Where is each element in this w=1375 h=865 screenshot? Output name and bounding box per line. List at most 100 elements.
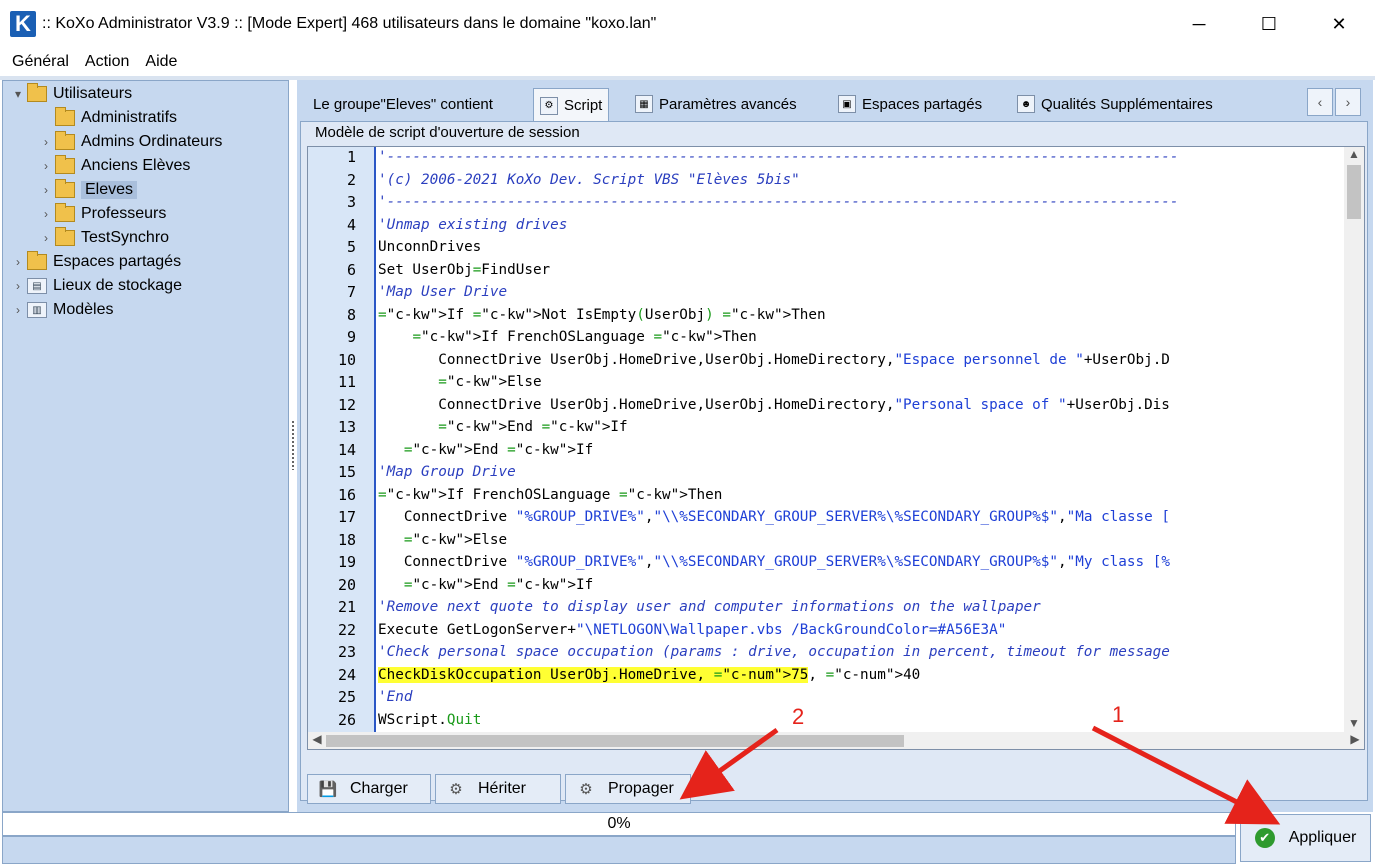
close-button[interactable]: ✕ [1304, 0, 1374, 48]
code-line[interactable]: UnconnDrives [378, 236, 481, 258]
chevron-right-icon[interactable]: › [11, 303, 25, 317]
code-line[interactable]: '---------------------------------------… [378, 147, 1179, 168]
menu-general[interactable]: Général [6, 53, 75, 71]
minimize-button[interactable]: ─ [1164, 0, 1234, 48]
line-number: 22 [337, 620, 356, 639]
code-line[interactable]: 'Check personal space occupation (params… [378, 641, 1170, 663]
apply-button[interactable]: ✔ Appliquer [1240, 814, 1371, 862]
chevron-right-icon[interactable]: › [39, 159, 53, 173]
tree-item-lieux-de-stockage[interactable]: › ▤ Lieux de stockage [11, 275, 182, 297]
tab-script[interactable]: ⚙ Script [533, 88, 610, 122]
code-line[interactable]: ="c-kw">End ="c-kw">If [378, 416, 627, 438]
tab-scroll-right-button[interactable]: › [1335, 88, 1361, 116]
script-editor[interactable]: 1 2 3 4 5 6 7 8 9 10 11 12 13 14 15 16 17 18 19 20 21 22 23 24 2… [307, 146, 1365, 750]
code-line[interactable]: '---------------------------------------… [378, 191, 1179, 213]
chevron-right-icon[interactable]: › [39, 135, 53, 149]
vertical-scroll-thumb[interactable] [1347, 165, 1361, 219]
maximize-button[interactable]: ☐ [1234, 0, 1304, 48]
load-button[interactable]: 💾 Charger [307, 774, 431, 804]
code-line[interactable]: 'Map User Drive [378, 281, 507, 303]
chevron-right-icon[interactable]: › [11, 255, 25, 269]
splitter-handle[interactable] [291, 420, 295, 470]
inherit-button[interactable]: ⚙ Hériter [435, 774, 561, 804]
koxo-app-icon: K [10, 11, 36, 37]
folder-icon [55, 107, 75, 126]
code-line[interactable]: 'Map Group Drive [378, 461, 516, 483]
code-line[interactable]: 'End [378, 686, 412, 708]
scroll-right-icon[interactable]: ▶ [1346, 732, 1364, 749]
line-number: 13 [337, 418, 356, 436]
tree-item-admins-ordinateurs[interactable]: › Admins Ordinateurs [39, 131, 222, 153]
progress-bar: 0% [2, 812, 1236, 836]
horizontal-scroll-thumb[interactable] [326, 735, 904, 747]
tree-item-label: Utilisateurs [53, 85, 133, 102]
line-number: 20 [337, 575, 356, 594]
code-line[interactable]: CheckDiskOccupation UserObj.HomeDrive, =… [378, 664, 929, 686]
code-line[interactable]: ConnectDrive "%GROUP_DRIVE%","\\%SECONDA… [378, 506, 1170, 528]
code-line[interactable]: ConnectDrive UserObj.HomeDrive,UserObj.H… [378, 394, 1170, 416]
code-line[interactable]: ="c-kw">If ="c-kw">Not IsEmpty(UserObj) … [378, 304, 826, 326]
tree-item-espaces-partages[interactable]: › Espaces partagés [11, 251, 181, 273]
tree-item-eleves[interactable]: › Eleves [39, 179, 138, 201]
line-number: 5 [346, 238, 356, 256]
tree-item-label: Espaces partagés [53, 253, 182, 270]
menu-action[interactable]: Action [79, 53, 135, 71]
line-number: 1 [346, 148, 356, 166]
scroll-left-icon[interactable]: ◀ [308, 732, 326, 749]
line-number: 3 [346, 193, 356, 211]
users-icon: ☻ [1017, 95, 1035, 113]
menu-aide[interactable]: Aide [139, 53, 183, 71]
tree-item-modeles[interactable]: › ▥ Modèles [11, 299, 113, 321]
chevron-right-icon[interactable]: › [39, 231, 53, 245]
scroll-up-icon[interactable]: ▲ [1344, 147, 1364, 165]
code-line[interactable]: ConnectDrive UserObj.HomeDrive,UserObj.H… [378, 349, 1170, 371]
tab-shared-spaces[interactable]: ▣ Espaces partagés [832, 88, 988, 120]
code-area[interactable]: '---------------------------------------… [378, 147, 1344, 734]
code-line[interactable]: '(c) 2006-2021 KoXo Dev. Script VBS "Elè… [378, 169, 800, 191]
line-number: 21 [337, 598, 356, 616]
line-number: 4 [346, 215, 356, 234]
tab-group-contains[interactable]: Le groupe"Eleves" contient [307, 88, 499, 120]
tree-item-label: Lieux de stockage [53, 277, 182, 294]
propagate-button[interactable]: ⚙ Propager [565, 774, 691, 804]
chevron-right-icon[interactable]: › [11, 279, 25, 293]
tree-item-label: Administratifs [81, 109, 178, 126]
code-line[interactable]: Set UserObj=FindUser [378, 259, 550, 281]
code-line[interactable]: ="c-kw">End ="c-kw">If [378, 439, 593, 461]
tab-scroll-left-button[interactable]: ‹ [1307, 88, 1333, 116]
chevron-down-icon[interactable]: ▾ [11, 87, 25, 101]
code-line[interactable]: ="c-kw">Else [378, 371, 541, 393]
shared-spaces-icon [27, 251, 47, 270]
tab-advanced-settings[interactable]: ▦ Paramètres avancés [629, 88, 803, 120]
code-line[interactable]: ConnectDrive "%GROUP_DRIVE%","\\%SECONDA… [378, 551, 1170, 573]
line-number: 18 [337, 530, 356, 549]
code-line[interactable]: ="c-kw">If FrenchOSLanguage ="c-kw">Then [378, 326, 756, 348]
code-line[interactable]: ="c-kw">Else [378, 529, 507, 551]
menu-bar: Général Action Aide [0, 48, 1375, 76]
tab-extra-qualities[interactable]: ☻ Qualités Supplémentaires [1011, 88, 1219, 120]
folder-icon [55, 227, 75, 246]
code-line[interactable]: ="c-kw">End ="c-kw">If [378, 574, 593, 596]
tree-item-professeurs[interactable]: › Professeurs [39, 203, 166, 225]
tree-item-administratifs[interactable]: Administratifs [39, 107, 177, 129]
storage-icon: ▤ [27, 278, 47, 294]
tab-label: Script [564, 97, 603, 114]
code-line[interactable]: ="c-kw">If FrenchOSLanguage ="c-kw">Then [378, 484, 722, 506]
tree-item-testsynchro[interactable]: › TestSynchro [39, 227, 169, 249]
line-number: 16 [337, 485, 356, 504]
code-line[interactable]: WScript.Quit [378, 709, 481, 731]
code-line[interactable]: Execute GetLogonServer+"\NETLOGON\Wallpa… [378, 619, 1006, 641]
tree-item-utilisateurs[interactable]: ▾ Utilisateurs [11, 83, 132, 105]
line-number: 2 [346, 170, 356, 189]
vertical-scrollbar[interactable]: ▲ ▼ [1344, 147, 1364, 734]
code-line[interactable]: 'Remove next quote to display user and c… [378, 596, 1041, 618]
line-number: 9 [346, 328, 356, 346]
progress-text: 0% [607, 815, 631, 832]
chevron-right-icon[interactable]: › [39, 183, 53, 197]
tree-item-label: Anciens Elèves [81, 157, 191, 174]
tab-bar: Le groupe"Eleves" contient ⚙ Script ▦ Pa… [297, 88, 1373, 122]
tree-item-anciens-eleves[interactable]: › Anciens Elèves [39, 155, 190, 177]
code-line[interactable]: 'Unmap existing drives [378, 214, 567, 236]
horizontal-scrollbar[interactable]: ◀ ▶ [308, 732, 1364, 749]
chevron-right-icon[interactable]: › [39, 207, 53, 221]
